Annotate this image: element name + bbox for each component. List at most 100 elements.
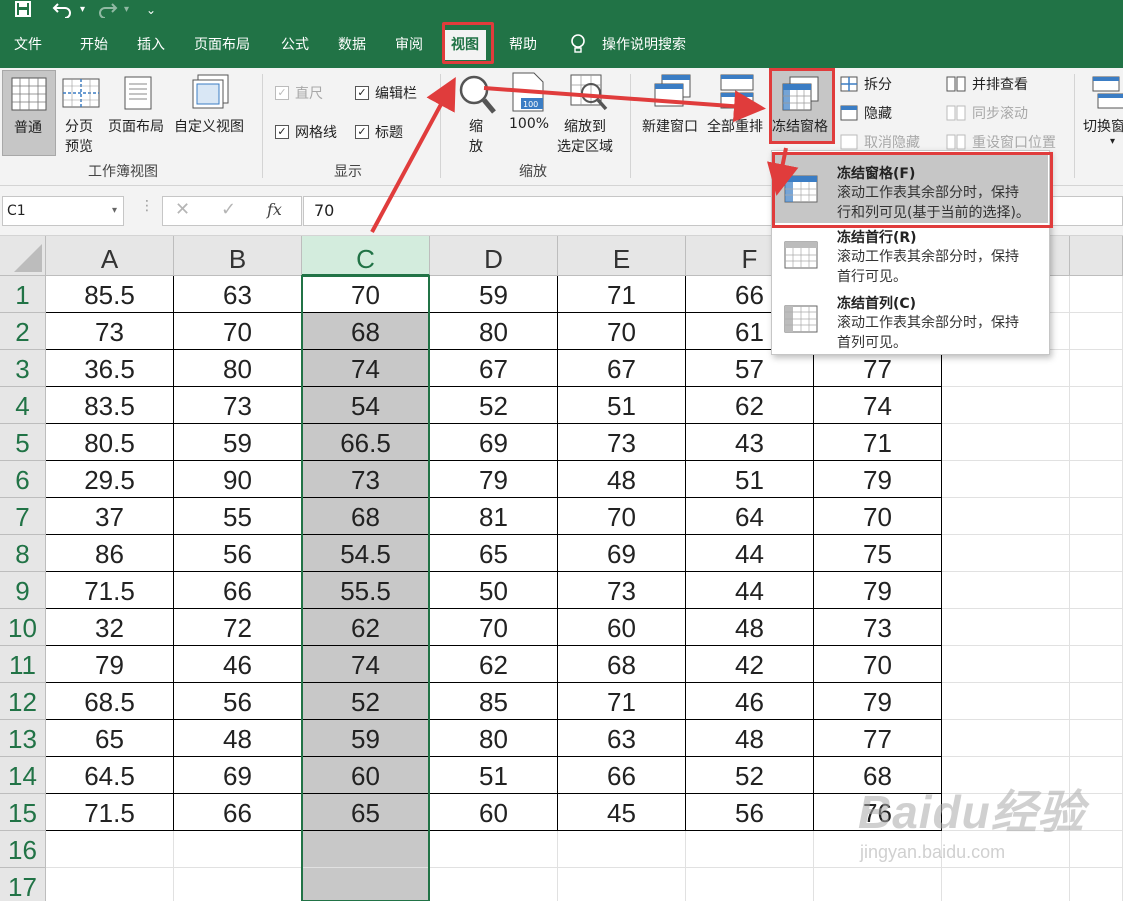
grid-cell[interactable]: 60 xyxy=(302,757,430,794)
grid-cell[interactable]: 65 xyxy=(46,720,174,757)
grid-cell[interactable]: 70 xyxy=(558,313,686,350)
tab-home[interactable]: 开始 xyxy=(80,34,108,56)
grid-cell[interactable] xyxy=(942,387,1070,424)
grid-cell[interactable]: 69 xyxy=(174,757,302,794)
grid-cell[interactable]: 65 xyxy=(302,794,430,831)
grid-cell[interactable] xyxy=(1070,609,1123,646)
grid-cell[interactable]: 48 xyxy=(686,609,814,646)
grid-cell[interactable] xyxy=(1070,720,1123,757)
grid-cell[interactable] xyxy=(942,720,1070,757)
grid-cell[interactable]: 59 xyxy=(174,424,302,461)
select-all-button[interactable] xyxy=(0,236,46,276)
grid-cell[interactable] xyxy=(302,831,430,868)
tab-formulas[interactable]: 公式 xyxy=(281,34,309,56)
row-header[interactable]: 5 xyxy=(0,424,46,461)
grid-cell[interactable]: 73 xyxy=(174,387,302,424)
column-header[interactable]: B xyxy=(174,236,302,276)
grid-cell[interactable]: 79 xyxy=(814,683,942,720)
freeze-panes-item[interactable]: 冻结窗格(F) 滚动工作表其余部分时，保持 行和列可见(基于当前的选择)。 xyxy=(774,153,1048,223)
grid-cell[interactable]: 70 xyxy=(174,313,302,350)
row-header[interactable]: 11 xyxy=(0,646,46,683)
grid-cell[interactable]: 85.5 xyxy=(46,276,174,313)
grid-cell[interactable]: 80 xyxy=(430,313,558,350)
grid-cell[interactable]: 52 xyxy=(686,757,814,794)
grid-cell[interactable]: 56 xyxy=(686,794,814,831)
grid-cell[interactable]: 63 xyxy=(174,276,302,313)
name-box-dropdown-icon[interactable]: ▾ xyxy=(112,197,117,225)
new-window-button[interactable]: 新建窗口 xyxy=(640,70,704,135)
grid-cell[interactable]: 67 xyxy=(558,350,686,387)
grid-cell[interactable]: 70 xyxy=(814,498,942,535)
grid-cell[interactable]: 62 xyxy=(302,609,430,646)
freeze-first-column-item[interactable]: 冻结首列(C) 滚动工作表其余部分时，保持 首列可见。 xyxy=(774,289,1048,353)
side-by-side-button[interactable]: 并排查看 xyxy=(946,74,1028,94)
grid-cell[interactable]: 77 xyxy=(814,720,942,757)
grid-cell[interactable]: 52 xyxy=(430,387,558,424)
grid-cell[interactable]: 44 xyxy=(686,535,814,572)
grid-cell[interactable]: 54 xyxy=(302,387,430,424)
grid-cell[interactable]: 67 xyxy=(430,350,558,387)
grid-cell[interactable]: 79 xyxy=(814,461,942,498)
row-header[interactable]: 2 xyxy=(0,313,46,350)
grid-cell[interactable]: 71.5 xyxy=(46,794,174,831)
grid-cell[interactable]: 72 xyxy=(174,609,302,646)
grid-cell[interactable]: 42 xyxy=(686,646,814,683)
row-header[interactable]: 12 xyxy=(0,683,46,720)
grid-cell[interactable] xyxy=(686,868,814,901)
gridlines-checkbox[interactable]: ✓ 网格线 xyxy=(275,122,337,142)
grid-cell[interactable]: 73 xyxy=(814,609,942,646)
grid-cell[interactable]: 46 xyxy=(686,683,814,720)
grid-cell[interactable]: 79 xyxy=(814,572,942,609)
grid-cell[interactable]: 32 xyxy=(46,609,174,646)
grid-cell[interactable]: 62 xyxy=(430,646,558,683)
zoom-to-selection-button[interactable]: 缩放到 选定区域 xyxy=(556,70,622,156)
grid-cell[interactable] xyxy=(1070,498,1123,535)
grid-cell[interactable]: 64.5 xyxy=(46,757,174,794)
row-header[interactable]: 1 xyxy=(0,276,46,313)
grid-cell[interactable] xyxy=(1070,868,1123,901)
grid-cell[interactable]: 85 xyxy=(430,683,558,720)
arrange-all-button[interactable]: 全部重排 xyxy=(706,70,770,135)
grid-cell[interactable]: 63 xyxy=(558,720,686,757)
grid-cell[interactable] xyxy=(814,868,942,901)
grid-cell[interactable]: 52 xyxy=(302,683,430,720)
save-icon[interactable] xyxy=(14,0,32,22)
undo-dropdown-icon[interactable]: ▾ xyxy=(80,0,85,22)
grid-cell[interactable] xyxy=(430,831,558,868)
zoom-button[interactable]: 缩 放 xyxy=(456,70,498,156)
grid-cell[interactable]: 51 xyxy=(686,461,814,498)
grid-cell[interactable]: 60 xyxy=(430,794,558,831)
column-header[interactable] xyxy=(1070,236,1123,276)
hide-button[interactable]: 隐藏 xyxy=(840,103,892,123)
normal-view-button[interactable]: 普通 xyxy=(2,70,56,156)
freeze-panes-button[interactable]: 冻结窗格 xyxy=(770,70,834,144)
grid-cell[interactable]: 54.5 xyxy=(302,535,430,572)
grid-cell[interactable]: 71 xyxy=(814,424,942,461)
grid-cell[interactable]: 48 xyxy=(174,720,302,757)
grid-cell[interactable]: 56 xyxy=(174,535,302,572)
grid-cell[interactable]: 65 xyxy=(430,535,558,572)
grid-cell[interactable]: 68.5 xyxy=(46,683,174,720)
grid-cell[interactable]: 36.5 xyxy=(46,350,174,387)
grid-cell[interactable]: 59 xyxy=(430,276,558,313)
row-header[interactable]: 16 xyxy=(0,831,46,868)
grid-cell[interactable] xyxy=(942,572,1070,609)
grid-cell[interactable] xyxy=(1070,387,1123,424)
page-layout-view-button[interactable]: 页面布局 xyxy=(106,70,170,156)
grid-cell[interactable]: 66 xyxy=(174,794,302,831)
grid-cell[interactable] xyxy=(1070,313,1123,350)
tab-file[interactable]: 文件 xyxy=(14,34,42,56)
page-break-preview-button[interactable]: 分页 预览 xyxy=(60,70,104,156)
grid-cell[interactable]: 64 xyxy=(686,498,814,535)
row-header[interactable]: 6 xyxy=(0,461,46,498)
row-header[interactable]: 8 xyxy=(0,535,46,572)
grid-cell[interactable]: 73 xyxy=(558,424,686,461)
grid-cell[interactable] xyxy=(46,831,174,868)
grid-cell[interactable]: 45 xyxy=(558,794,686,831)
grid-cell[interactable]: 62 xyxy=(686,387,814,424)
grid-cell[interactable]: 79 xyxy=(430,461,558,498)
grid-cell[interactable]: 86 xyxy=(46,535,174,572)
grid-cell[interactable]: 69 xyxy=(430,424,558,461)
grid-cell[interactable]: 83.5 xyxy=(46,387,174,424)
grid-cell[interactable] xyxy=(942,461,1070,498)
